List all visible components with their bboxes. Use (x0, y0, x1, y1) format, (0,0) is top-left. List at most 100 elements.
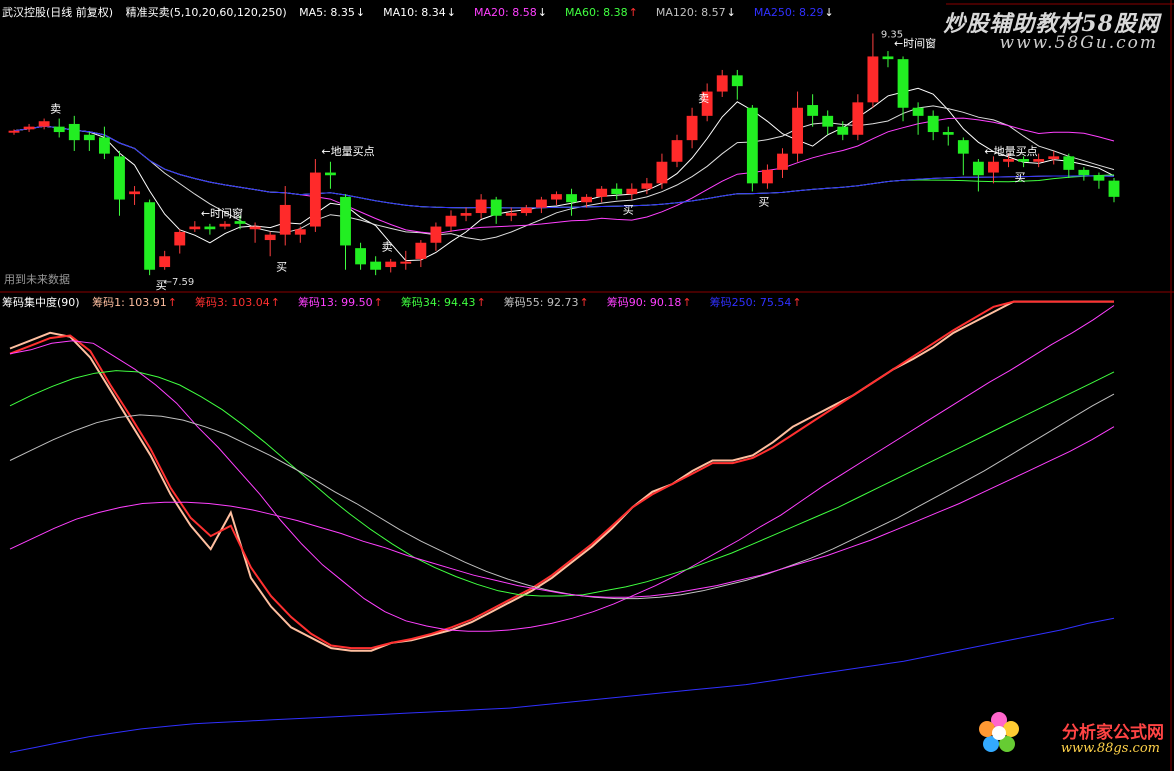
price-low-label: ←7.59 (164, 277, 195, 288)
candle-body (626, 188, 638, 195)
signal-label-buy: 买 (758, 195, 769, 208)
candle-body (1003, 159, 1014, 162)
signal-label-note: ←地量买点 (321, 145, 374, 158)
candle-body (53, 126, 65, 133)
candle-body (38, 121, 50, 127)
candle-body (460, 213, 472, 216)
candle-body (445, 215, 457, 227)
candle-body (837, 126, 849, 135)
candle-body (249, 226, 261, 230)
candle-body (777, 153, 788, 170)
candle-body (671, 140, 683, 162)
candle-body (852, 102, 864, 135)
candle-body (566, 194, 577, 203)
candle-body (912, 107, 924, 116)
chip-line-5 (9, 426, 1115, 598)
candle-body (68, 123, 80, 141)
candle-body (596, 188, 608, 197)
signal-marks: 卖卖卖买买买买买←时间窗←时间窗←地量买点 ←地量买点9.35←7.59 (50, 30, 1037, 293)
flower-logo-icon (979, 712, 1019, 752)
ma20-line (13, 117, 1115, 235)
candle-body (882, 56, 894, 60)
candle-body (159, 256, 171, 268)
candle-body (807, 105, 819, 116)
candle-body (505, 213, 517, 216)
signal-label-sell: 卖 (698, 92, 709, 105)
candle-body (174, 231, 186, 246)
chip-line-0 (9, 300, 1114, 652)
ma10-line (13, 105, 1115, 241)
candle-body (897, 59, 909, 108)
candle-body (430, 226, 442, 243)
signal-label-buy: 买 (623, 204, 634, 217)
signal-label-buy: 买 (276, 260, 287, 273)
candle-body (83, 134, 95, 141)
candle-body (535, 199, 547, 208)
candle-body (385, 261, 397, 268)
candle-body (144, 202, 156, 270)
candle-body (189, 226, 201, 230)
candle-body (219, 223, 231, 227)
chip-lines (9, 300, 1115, 753)
signal-label-note: ←地量买点 (984, 145, 1037, 158)
candle-body (490, 199, 502, 216)
signal-label-buy: 买 (1015, 171, 1026, 184)
stock-chart: 卖卖卖买买买买买←时间窗←时间窗←地量买点 ←地量买点9.35←7.59 (0, 0, 1174, 771)
candle-body (400, 261, 412, 264)
candle-body (294, 229, 306, 235)
candle-body (867, 56, 879, 103)
candle-body (234, 221, 246, 224)
chip-line-3 (9, 370, 1115, 597)
candle-body (114, 156, 125, 200)
candle-body (355, 248, 366, 265)
signal-label-note: ←时间窗 (201, 206, 243, 220)
candle-body (8, 130, 20, 133)
candle-body (942, 132, 954, 135)
candle-body (656, 161, 668, 184)
candle-body (1033, 159, 1045, 162)
price-high-label: 9.35 (881, 30, 903, 41)
candle-body (792, 107, 803, 154)
candle-body (475, 199, 487, 214)
candle-body (611, 188, 623, 195)
chip-line-6 (9, 617, 1115, 753)
candle-body (1078, 169, 1090, 176)
candle-body (716, 75, 728, 92)
candle-body (957, 140, 969, 154)
candle-body (264, 234, 276, 241)
candle-body (204, 226, 216, 230)
chip-line-2 (9, 305, 1115, 632)
candle-body (1093, 175, 1105, 181)
candle-body (98, 137, 110, 154)
candles (8, 33, 1120, 276)
candle-body (762, 169, 773, 184)
candle-body (279, 204, 291, 235)
candle-body (581, 196, 593, 203)
candle-body (972, 161, 984, 176)
candle-body (309, 172, 321, 227)
candle-body (1063, 156, 1075, 170)
candle-body (1048, 156, 1060, 160)
candle-body (731, 75, 743, 87)
ma60-line (13, 125, 1115, 209)
candle-body (325, 172, 336, 176)
candle-body (927, 115, 939, 133)
candle-body (129, 191, 140, 195)
signal-label-sell: 卖 (50, 103, 61, 116)
ma250-line (13, 125, 1115, 209)
signal-label-sell: 卖 (382, 240, 393, 253)
candle-body (551, 194, 562, 200)
candle-body (822, 115, 834, 127)
candle-body (370, 261, 382, 270)
candle-body (746, 107, 758, 184)
candle-body (1018, 159, 1030, 162)
candle-body (641, 183, 653, 189)
ma120-line (13, 125, 1115, 209)
candle-body (988, 161, 999, 173)
candle-body (23, 126, 35, 130)
candle-body (520, 207, 532, 214)
candle-body (415, 242, 427, 259)
candle-body (1108, 180, 1120, 197)
candle-body (686, 115, 698, 141)
candle-body (340, 196, 351, 246)
